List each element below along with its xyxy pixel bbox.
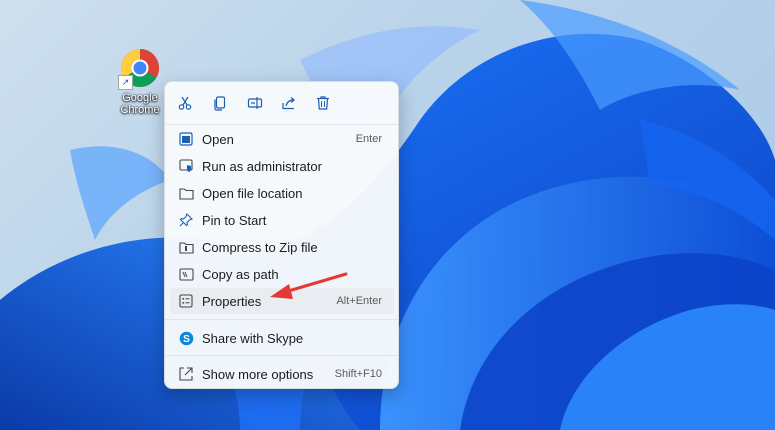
copy-icon bbox=[214, 96, 226, 111]
menu-item-show-more-options[interactable]: Show more options Shift+F10 bbox=[170, 361, 394, 387]
zip-icon bbox=[178, 239, 194, 255]
menu-item-copy-as-path[interactable]: Copy as path bbox=[170, 261, 394, 287]
desktop-icon-label: Google Chrome bbox=[120, 92, 160, 116]
cut-icon bbox=[178, 96, 192, 110]
menu-item-pin-to-start[interactable]: Pin to Start bbox=[170, 207, 394, 233]
menu-item-label: Show more options bbox=[202, 366, 314, 382]
shield-icon bbox=[178, 158, 194, 174]
delete-button[interactable] bbox=[311, 91, 335, 115]
chrome-icon: ↗ bbox=[118, 48, 160, 90]
menu-item-properties[interactable]: Properties Alt+Enter bbox=[170, 288, 394, 314]
menu-item-label: Share with Skype bbox=[202, 330, 304, 346]
pin-icon bbox=[178, 212, 194, 228]
menu-item-label: Run as administrator bbox=[202, 158, 322, 174]
menu-item-label: Pin to Start bbox=[202, 212, 267, 228]
share-button[interactable] bbox=[277, 91, 301, 115]
menu-separator bbox=[165, 355, 398, 356]
menu-item-label: Open bbox=[202, 131, 234, 147]
delete-icon bbox=[317, 96, 329, 110]
copy-button[interactable] bbox=[208, 91, 232, 115]
menu-separator bbox=[165, 319, 398, 320]
rename-icon bbox=[247, 97, 263, 109]
shortcut-arrow-icon: ↗ bbox=[118, 75, 133, 90]
open-icon bbox=[178, 131, 194, 147]
menu-item-share-with-skype[interactable]: S Share with Skype bbox=[170, 325, 394, 351]
path-icon bbox=[178, 266, 194, 282]
menu-item-open[interactable]: Open Enter bbox=[170, 126, 394, 152]
menu-item-label: Compress to Zip file bbox=[202, 239, 318, 255]
context-menu: Open Enter Run as administrator Open fil… bbox=[164, 81, 399, 389]
skype-icon: S bbox=[178, 330, 194, 346]
menu-item-shortcut: Enter bbox=[355, 133, 382, 145]
cut-button[interactable] bbox=[173, 91, 197, 115]
menu-item-label: Copy as path bbox=[202, 266, 279, 282]
desktop: ↗ Google Chrome Open Enter Run as admini… bbox=[0, 0, 775, 430]
folder-icon bbox=[178, 185, 194, 201]
share-icon bbox=[282, 97, 295, 110]
menu-item-run-as-administrator[interactable]: Run as administrator bbox=[170, 153, 394, 179]
menu-item-open-file-location[interactable]: Open file location bbox=[170, 180, 394, 206]
more-options-icon bbox=[178, 366, 194, 382]
context-menu-quick-actions bbox=[165, 82, 398, 122]
menu-item-label: Properties bbox=[202, 293, 262, 309]
desktop-shortcut-google-chrome[interactable]: ↗ Google Chrome bbox=[110, 48, 170, 116]
properties-icon bbox=[178, 293, 194, 309]
rename-button[interactable] bbox=[243, 91, 267, 115]
menu-item-label: Open file location bbox=[202, 185, 303, 201]
menu-item-compress-to-zip-file[interactable]: Compress to Zip file bbox=[170, 234, 394, 260]
menu-item-shortcut: Shift+F10 bbox=[334, 368, 382, 380]
menu-separator bbox=[165, 124, 398, 125]
menu-item-shortcut: Alt+Enter bbox=[336, 295, 382, 307]
svg-text:S: S bbox=[183, 334, 190, 345]
